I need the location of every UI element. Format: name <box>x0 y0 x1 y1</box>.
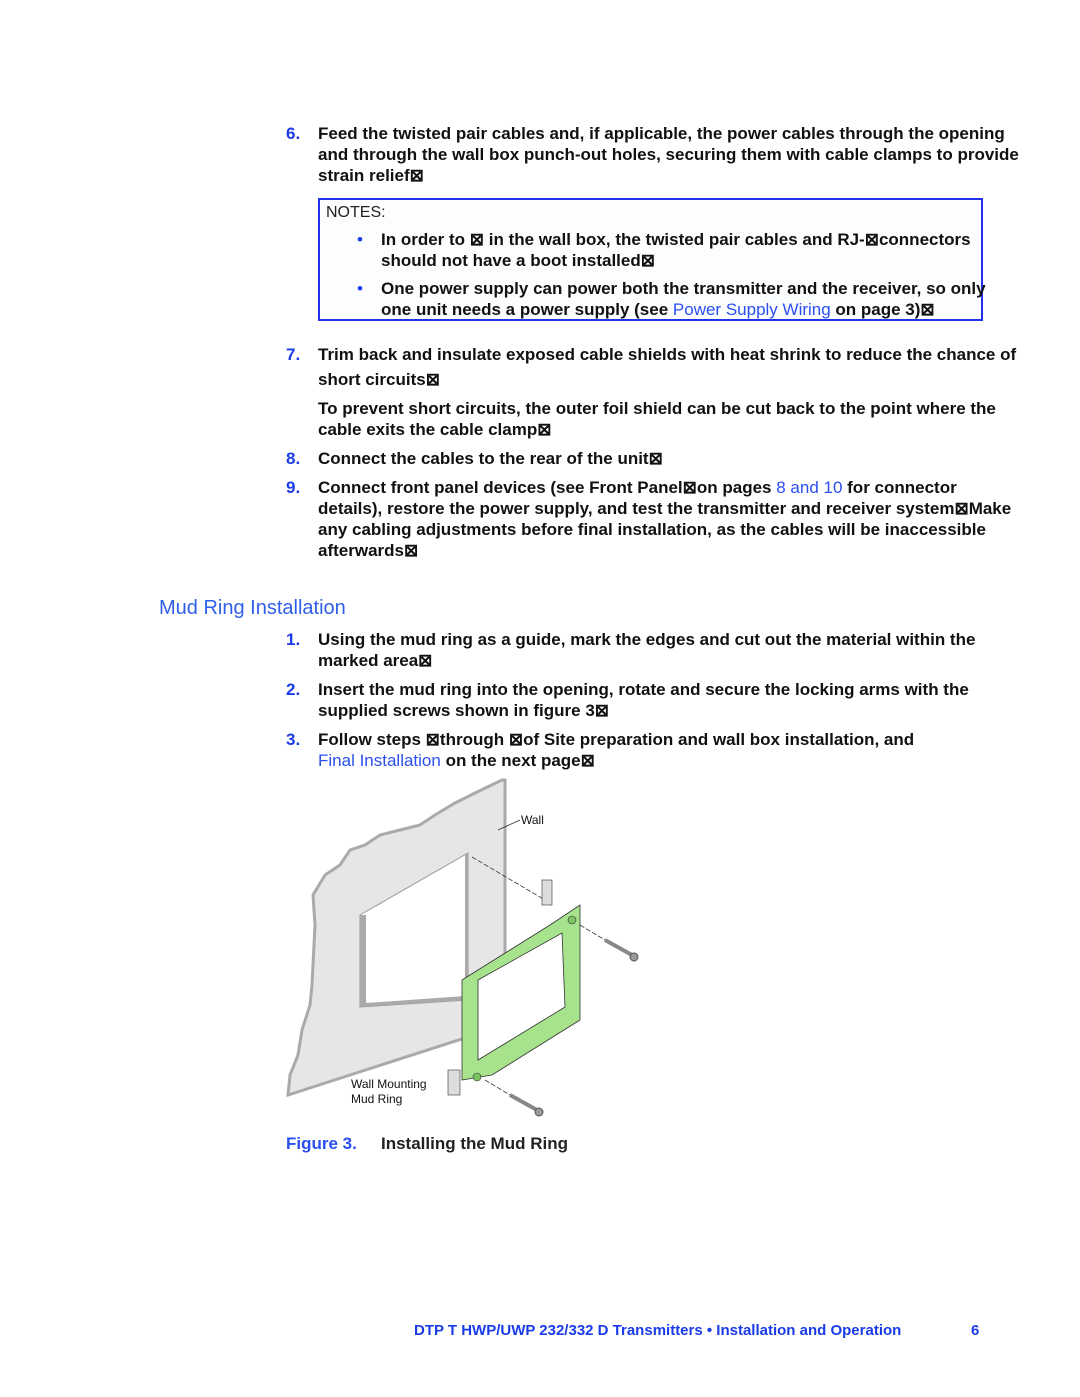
pages-link[interactable]: 8 and 10 <box>776 478 842 497</box>
power-supply-wiring-link[interactable]: Power Supply Wiring <box>673 300 831 319</box>
step-number: 3. <box>286 730 301 749</box>
footer-title: DTP T HWP/UWP 232/332 D Transmitters • I… <box>414 1322 902 1339</box>
figure-caption: Installing the Mud Ring <box>381 1134 568 1153</box>
note-text: should not have a boot installed⊠ <box>381 251 655 270</box>
step-number: 1. <box>286 630 301 649</box>
step-text: details), restore the power supply, and … <box>318 499 1012 518</box>
step-text: Using the mud ring as a guide, mark the … <box>318 630 976 649</box>
mud-ring-label: Mud Ring <box>351 1092 402 1106</box>
figure-number: Figure 3. <box>286 1134 357 1153</box>
step-number: 9. <box>286 478 301 497</box>
step-text: Connect the cables to the rear of the un… <box>318 449 663 468</box>
note-text: One power supply can power both the tran… <box>381 279 986 298</box>
section-heading: Mud Ring Installation <box>159 597 346 619</box>
bullet-icon: • <box>357 230 363 249</box>
step-text: and through the wall box punch-out holes… <box>318 145 1019 164</box>
step-text: short circuits⊠ <box>318 370 440 389</box>
step-number: 8. <box>286 449 301 468</box>
step-text: Final Installation on the next page⊠ <box>318 750 595 771</box>
step-text: To prevent short circuits, the outer foi… <box>318 399 996 418</box>
mud-ring-illustration: Wall Wall Mounting Mud Ring <box>286 778 639 1117</box>
screw-icon <box>509 1093 544 1117</box>
step-number: 7. <box>286 345 301 364</box>
text: one unit needs a power supply (see <box>381 300 673 319</box>
text: on page 3)⊠ <box>830 300 935 319</box>
notes-title: NOTES: <box>326 204 386 221</box>
text: for connector <box>842 478 957 497</box>
step-text: any cabling adjustments before final ins… <box>318 520 986 539</box>
step-text: Insert the mud ring into the opening, ro… <box>318 680 969 699</box>
note-text: one unit needs a power supply (see Power… <box>381 299 935 320</box>
screw-icon <box>604 938 639 962</box>
step-text: cable exits the cable clamp⊠ <box>318 420 552 439</box>
mud-ring-label: Wall Mounting <box>351 1077 427 1091</box>
text: on the next page⊠ <box>440 751 595 770</box>
text: Connect front panel devices (see Front P… <box>318 478 777 497</box>
step-text: strain relief⊠ <box>318 166 424 185</box>
step-text: marked area⊠ <box>318 651 433 670</box>
wall-label: Wall <box>521 813 544 827</box>
step-number: 2. <box>286 680 301 699</box>
bullet-icon: • <box>357 279 363 298</box>
step-text: Follow steps ⊠through ⊠of Site preparati… <box>318 730 915 749</box>
step-text: Trim back and insulate exposed cable shi… <box>318 345 1017 364</box>
step-text: supplied screws shown in figure 3⊠ <box>318 701 610 720</box>
step-number: 6. <box>286 124 301 143</box>
final-installation-link[interactable]: Final Installation <box>318 751 441 770</box>
page-number: 6 <box>971 1322 980 1339</box>
step-text: afterwards⊠ <box>318 541 419 560</box>
step-text: Feed the twisted pair cables and, if app… <box>318 124 1005 143</box>
note-text: In order to ⊠ in the wall box, the twist… <box>381 230 971 249</box>
step-text: Connect front panel devices (see Front P… <box>318 477 957 498</box>
